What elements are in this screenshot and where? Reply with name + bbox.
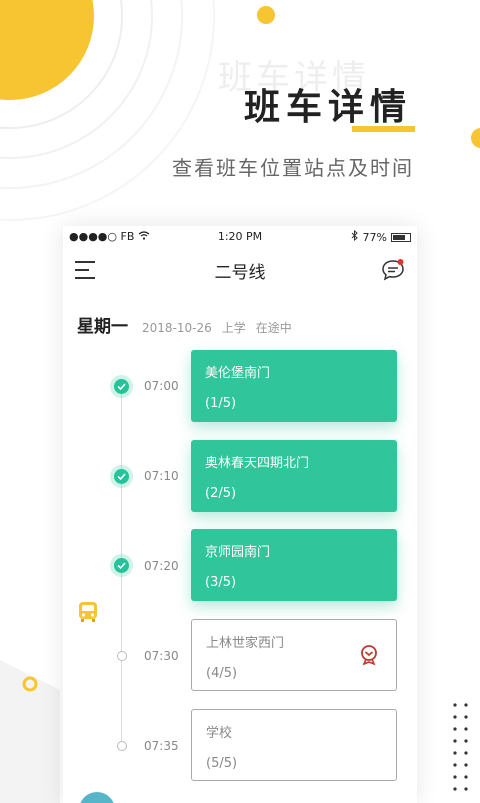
promo-title: 班车详情: [244, 87, 413, 128]
small-yellow-dot: [257, 6, 275, 24]
schedule-header: 星期一 2018-10-26 上学 在途中: [77, 312, 292, 337]
right-yellow-dot: [471, 128, 480, 148]
trip-status: 在途中: [255, 321, 292, 335]
stop-name: 学校: [206, 726, 233, 741]
stop-index: (2/5): [205, 486, 237, 501]
stop-card-1[interactable]: 美伦堡南门 (1/5): [191, 350, 397, 422]
stop-card-4[interactable]: 上林世家西门 (4/5): [191, 619, 397, 691]
stop-index: (3/5): [205, 575, 237, 590]
stop-passed-check-icon: [114, 558, 129, 573]
stop-name: 美伦堡南门: [205, 366, 271, 381]
stop-pending-dot: [117, 741, 127, 751]
stop-name: 上林世家西门: [206, 636, 285, 651]
stop-time: 07:30: [144, 649, 179, 663]
stop-time: 07:20: [144, 559, 179, 573]
stop-index: (5/5): [206, 756, 238, 771]
bluetooth-icon: [351, 229, 359, 244]
stop-name: 京师园南门: [205, 545, 271, 560]
dot-grid: [453, 703, 468, 791]
gray-wedge: [0, 660, 60, 803]
floating-action-button[interactable]: [79, 792, 115, 803]
yellow-sun-circle: [0, 0, 94, 100]
battery-icon: [391, 232, 411, 242]
stop-time: 07:35: [144, 739, 179, 753]
stop-pending-dot: [117, 651, 127, 661]
route-title: 二号线: [214, 263, 266, 283]
pickup-marker-icon: [358, 644, 380, 670]
battery-percent: 77%: [362, 230, 387, 244]
stop-passed-check-icon: [114, 469, 129, 484]
stop-card-3[interactable]: 京师园南门 (3/5): [191, 529, 397, 601]
phone-screen: ●●●●○ FB 1:20 PM 77% 二号线 星期一 2018-10-26 …: [63, 226, 417, 803]
promo-subtitle: 查看班车位置站点及时间: [172, 156, 414, 180]
stop-time: 07:00: [144, 379, 179, 393]
promo-title-underline: [352, 126, 415, 132]
stop-card-2[interactable]: 奥林春天四期北门 (2/5): [191, 440, 397, 512]
stop-card-5[interactable]: 学校 (5/5): [191, 709, 397, 781]
bus-location-icon: [77, 601, 99, 627]
stop-passed-check-icon: [114, 379, 129, 394]
chat-notification-icon[interactable]: [381, 258, 405, 282]
weekday-label: 星期一: [77, 317, 128, 337]
stop-time: 07:10: [144, 469, 179, 483]
stop-name: 奥林春天四期北门: [205, 456, 310, 471]
trip-date: 2018-10-26: [142, 321, 212, 335]
status-bar: ●●●●○ FB 1:20 PM 77%: [63, 226, 417, 248]
stop-index: (1/5): [205, 396, 237, 411]
trip-period: 上学: [221, 321, 246, 335]
navigation-bar: 二号线: [63, 250, 417, 294]
stop-index: (4/5): [206, 666, 238, 681]
